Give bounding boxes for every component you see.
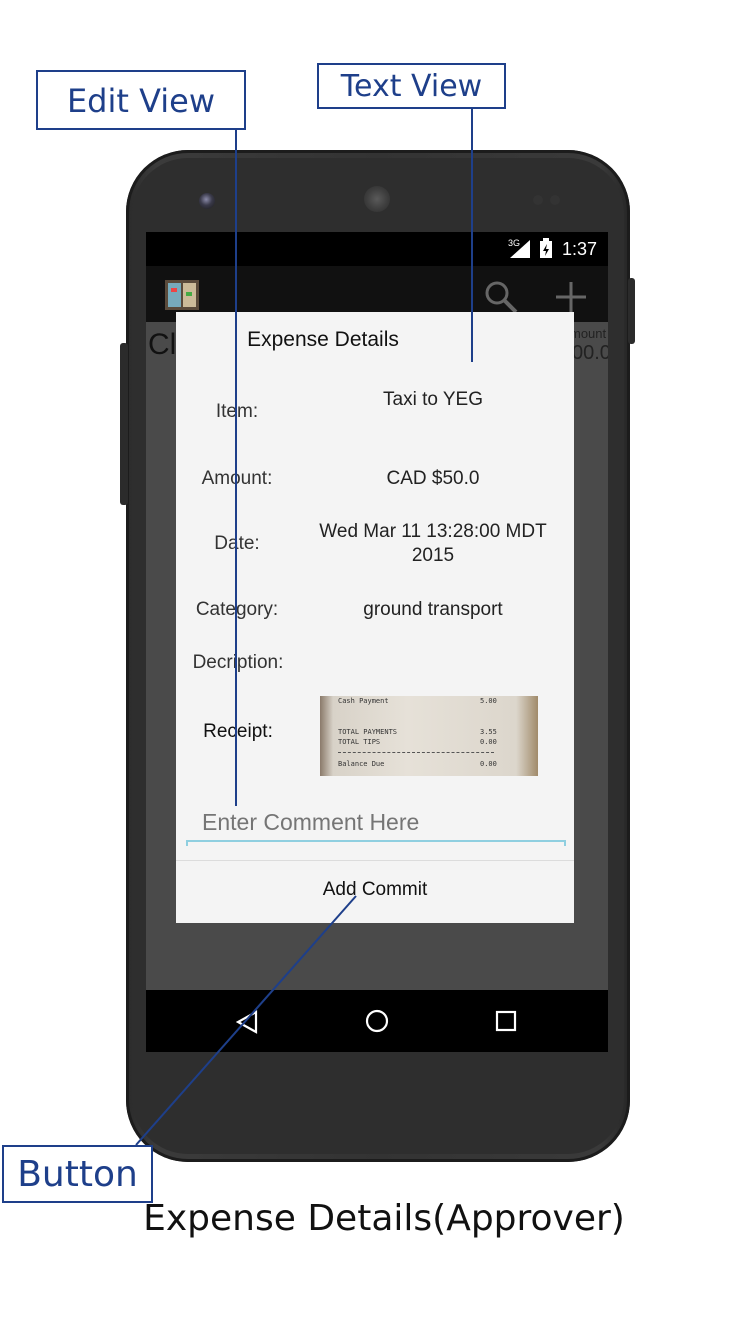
battery-icon xyxy=(540,238,552,258)
input-tick-right xyxy=(564,840,566,846)
receipt-image[interactable]: Cash Payment 5.00 TOTAL PAYMENTS 3.55 TO… xyxy=(320,696,538,776)
recents-icon[interactable] xyxy=(495,1010,517,1032)
add-commit-button[interactable]: Add Commit xyxy=(176,861,574,923)
back-icon[interactable] xyxy=(236,1010,258,1034)
date-value-line2: 2015 xyxy=(411,545,455,566)
front-camera xyxy=(199,193,215,209)
receipt-line-text: Balance Due xyxy=(338,760,385,768)
category-value: ground transport xyxy=(363,599,503,620)
status-bar: 3G 1:37 xyxy=(146,232,608,266)
receipt-line-text: Cash Payment xyxy=(338,697,389,705)
receipt-divider xyxy=(338,752,494,753)
search-icon[interactable] xyxy=(484,280,518,314)
receipt-line-amount: 5.00 xyxy=(480,697,497,705)
receipt-line-amount: 3.55 xyxy=(480,728,497,736)
item-value: Taxi to YEG xyxy=(383,389,483,410)
volume-button xyxy=(120,343,128,505)
comment-input[interactable] xyxy=(186,804,566,842)
edit-view-callout: Edit View xyxy=(36,70,246,130)
description-label: Decription: xyxy=(192,652,284,673)
home-icon[interactable] xyxy=(365,1009,389,1033)
amount-value: CAD $50.0 xyxy=(386,468,480,489)
category-label: Category: xyxy=(195,599,279,620)
signal-icon xyxy=(510,240,530,258)
background-column-fragment: mount xyxy=(570,326,607,341)
button-callout: Button xyxy=(2,1145,153,1203)
expense-details-dialog: Expense Details Item: Taxi to YEG Amount… xyxy=(176,312,574,923)
receipt-line-amount: 0.00 xyxy=(480,760,497,768)
background-title-fragment: Cl xyxy=(148,328,177,361)
power-button xyxy=(628,278,635,344)
navigation-bar xyxy=(146,990,608,1052)
add-icon[interactable] xyxy=(554,280,588,314)
dialog-title: Expense Details xyxy=(247,328,399,351)
light-sensor xyxy=(550,195,560,205)
background-value-fragment: 00.0 xyxy=(572,342,608,364)
app-logo-icon xyxy=(165,280,199,310)
figure-caption: Expense Details(Approver) xyxy=(143,1198,625,1239)
input-tick-left xyxy=(186,840,188,846)
item-label: Item: xyxy=(215,401,259,422)
date-value-line1: Wed Mar 11 13:28:00 MDT xyxy=(319,521,547,542)
date-label: Date: xyxy=(214,533,260,554)
receipt-line-text: TOTAL PAYMENTS xyxy=(338,728,398,736)
clock: 1:37 xyxy=(562,239,598,259)
receipt-label: Receipt: xyxy=(203,721,273,742)
proximity-sensor xyxy=(533,195,543,205)
text-view-callout: Text View xyxy=(317,63,506,109)
amount-label: Amount: xyxy=(201,468,273,489)
receipt-line-amount: 0.00 xyxy=(480,738,497,746)
earpiece-speaker xyxy=(364,186,390,212)
receipt-line-text: TOTAL TIPS xyxy=(338,738,381,746)
